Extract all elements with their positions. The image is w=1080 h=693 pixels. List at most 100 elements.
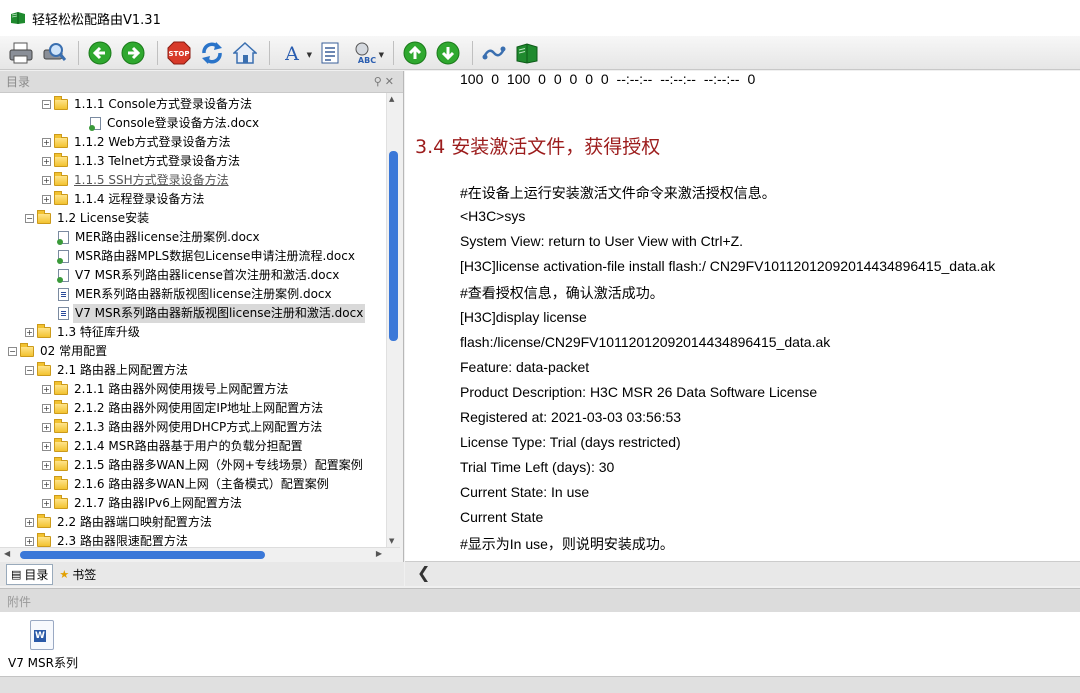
scroll-up-button[interactable]	[400, 39, 430, 67]
tab-bookmarks[interactable]: ★ 书签	[55, 565, 100, 584]
expand-icon[interactable]: +	[42, 176, 51, 185]
close-icon[interactable]: ✕	[385, 75, 397, 88]
folder-icon	[54, 476, 68, 490]
expand-icon[interactable]: +	[42, 138, 51, 147]
tree-item[interactable]: +2.1.3 路由器外网使用DHCP方式上网配置方法	[42, 418, 324, 437]
tree-item[interactable]: − 1.2 License安装	[25, 209, 151, 228]
tree-item-label: 2.1 路由器上网配置方法	[57, 363, 188, 377]
print-button[interactable]	[6, 39, 36, 67]
tree-item-label: 2.1.3 路由器外网使用DHCP方式上网配置方法	[74, 420, 323, 434]
link-button[interactable]	[479, 39, 509, 67]
tree-item[interactable]: MSR路由器MPLS数据包License申请注册流程.docx	[57, 247, 357, 266]
home-button[interactable]	[230, 39, 260, 67]
title-bar: 轻轻松松配路由V1.31	[0, 0, 1080, 36]
expand-icon[interactable]: +	[42, 480, 51, 489]
scroll-down-button[interactable]	[433, 39, 463, 67]
scroll-left-arrow-icon[interactable]: ◀	[4, 549, 10, 558]
tree-item[interactable]: +1.1.3 Telnet方式登录设备方法	[42, 152, 242, 171]
tree-item[interactable]: +1.3 特征库升级	[25, 323, 142, 342]
tree-item[interactable]: − 2.1 路由器上网配置方法	[25, 361, 190, 380]
expand-icon[interactable]: +	[42, 404, 51, 413]
stop-button[interactable]: STOP	[164, 39, 194, 67]
pin-icon[interactable]: ⚲	[374, 75, 385, 88]
tree-item-label: 2.1.2 路由器外网使用固定IP地址上网配置方法	[74, 401, 324, 415]
tree-item[interactable]: − 1.1.1 Console方式登录设备方法	[42, 95, 254, 114]
chevron-down-icon: ▼	[378, 50, 384, 59]
tree-item[interactable]: MER路由器license注册案例.docx	[57, 228, 262, 247]
stop-icon-text: STOP	[169, 50, 190, 58]
collapse-icon[interactable]: −	[8, 347, 17, 356]
tab-toc[interactable]: ▤ 目录	[6, 563, 54, 585]
down-arrow-icon	[436, 41, 460, 64]
collapse-icon[interactable]: −	[42, 100, 51, 109]
toc-tree[interactable]: − 1.1.1 Console方式登录设备方法 Console登录设备方法.docx…	[0, 93, 400, 547]
scroll-right-arrow-icon[interactable]: ▶	[376, 549, 382, 558]
content-text-line: [H3C]license activation-file install fla…	[460, 258, 996, 275]
tree-item[interactable]: +2.1.2 路由器外网使用固定IP地址上网配置方法	[42, 399, 325, 418]
back-button[interactable]	[85, 39, 115, 67]
attachment-caption: V7 MSR系列	[8, 656, 78, 670]
document-icon	[57, 269, 69, 283]
attachments-header: 附件	[0, 588, 1080, 612]
tree-item-label: 1.1.4 远程登录设备方法	[74, 192, 205, 206]
book-button[interactable]	[512, 39, 542, 67]
tree-item[interactable]: V7 MSR系列路由器license首次注册和激活.docx	[57, 266, 341, 285]
section-heading: 3.4 安装激活文件，获得授权	[415, 136, 661, 158]
content-text-line: Trial Time Left (days): 30	[460, 459, 615, 476]
toc-vertical-scrollbar[interactable]: ▲ ▼	[386, 93, 400, 547]
content-text-line: 100 0 100 0 0 0 0 0 --:--:-- --:--:-- --…	[460, 71, 756, 87]
collapse-icon[interactable]: −	[25, 366, 34, 375]
tree-item[interactable]: +2.2 路由器端口映射配置方法	[25, 513, 214, 532]
tree-item[interactable]: Console登录设备方法.docx	[89, 114, 261, 133]
scroll-left-arrow-icon[interactable]: ❮	[417, 563, 430, 582]
print-preview-button[interactable]	[39, 39, 69, 67]
tree-item[interactable]: V7 MSR系列路由器新版视图license注册和激活.docx	[58, 304, 366, 323]
spell-check-button[interactable]: ABC ▼	[348, 39, 384, 67]
tab-bookmarks-label: 书签	[72, 567, 97, 582]
scroll-down-arrow-icon[interactable]: ▼	[389, 537, 394, 545]
tree-item[interactable]: +2.1.5 路由器多WAN上网（外网+专线场景）配置案例	[42, 456, 365, 475]
tree-item[interactable]: +2.1.1 路由器外网使用拨号上网配置方法	[42, 380, 290, 399]
expand-icon[interactable]: +	[25, 518, 34, 527]
tree-item[interactable]: +1.1.5 SSH方式登录设备方法	[42, 171, 231, 190]
status-bar	[0, 676, 1080, 693]
tree-item[interactable]: +1.1.4 远程登录设备方法	[42, 190, 206, 209]
tree-item[interactable]: − 02 常用配置	[8, 342, 109, 361]
tree-item[interactable]: +2.1.7 路由器IPv6上网配置方法	[42, 494, 244, 513]
forward-button[interactable]	[118, 39, 148, 67]
content-text-line: Current State	[460, 509, 544, 526]
tree-item-label: 2.3 路由器限速配置方法	[57, 534, 188, 547]
attachment-item[interactable]: W V7 MSR系列	[8, 620, 88, 671]
up-arrow-icon	[403, 41, 427, 64]
tree-item[interactable]: MER系列路由器新版视图license注册案例.docx	[58, 285, 334, 304]
expand-icon[interactable]: +	[25, 328, 34, 337]
content-text-line: License Type: Trial (days restricted)	[460, 434, 681, 450]
book-icon	[516, 42, 538, 64]
home-icon	[233, 41, 257, 64]
scroll-up-arrow-icon[interactable]: ▲	[389, 95, 394, 103]
expand-icon[interactable]: +	[42, 157, 51, 166]
bookmark-star-icon: ★	[59, 567, 70, 581]
expand-icon[interactable]: +	[42, 385, 51, 394]
tree-item[interactable]: +2.1.4 MSR路由器基于用户的负载分担配置	[42, 437, 305, 456]
font-button[interactable]: A ▼	[276, 39, 312, 67]
expand-icon[interactable]: +	[42, 499, 51, 508]
toc-horizontal-scrollbar[interactable]: ◀ ▶	[0, 547, 400, 561]
tree-item[interactable]: +1.1.2 Web方式登录设备方法	[42, 133, 233, 152]
collapse-icon[interactable]: −	[25, 214, 34, 223]
tree-item[interactable]: +2.1.6 路由器多WAN上网（主备模式）配置案例	[42, 475, 331, 494]
refresh-button[interactable]	[197, 39, 227, 67]
expand-icon[interactable]: +	[42, 461, 51, 470]
expand-icon[interactable]: +	[25, 537, 34, 546]
folder-icon	[54, 381, 68, 395]
notes-button[interactable]	[315, 39, 345, 67]
expand-icon[interactable]: +	[42, 442, 51, 451]
tree-item[interactable]: +2.3 路由器限速配置方法	[25, 532, 190, 547]
scrollbar-thumb[interactable]	[389, 151, 398, 341]
content-horizontal-scrollbar[interactable]: ❮	[405, 561, 1080, 586]
scrollbar-thumb[interactable]	[20, 551, 265, 559]
expand-icon[interactable]: +	[42, 195, 51, 204]
expand-icon[interactable]: +	[42, 423, 51, 432]
content-text-line: Product Description: H3C MSR 26 Data Sof…	[460, 383, 818, 400]
tree-item-label: MSR路由器MPLS数据包License申请注册流程.docx	[75, 249, 355, 263]
